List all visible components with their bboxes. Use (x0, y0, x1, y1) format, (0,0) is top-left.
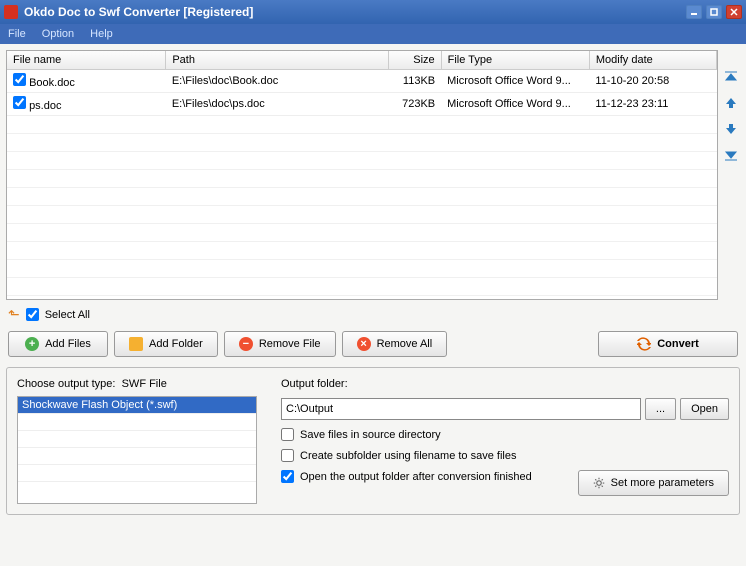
maximize-button[interactable] (706, 5, 722, 19)
reorder-buttons (722, 50, 740, 300)
menu-option[interactable]: Option (42, 28, 74, 40)
output-folder-input[interactable] (281, 398, 641, 420)
cell-size: 723KB (388, 93, 441, 116)
save-source-checkbox[interactable] (281, 428, 294, 441)
open-folder-button[interactable]: Open (680, 398, 729, 420)
create-subfolder-checkbox[interactable] (281, 449, 294, 462)
move-down-button[interactable] (722, 120, 740, 138)
window-title: Okdo Doc to Swf Converter [Registered] (24, 5, 682, 19)
btn-label: Remove File (259, 338, 321, 350)
convert-button[interactable]: Convert (598, 331, 738, 357)
move-up-button[interactable] (722, 94, 740, 112)
output-type-list[interactable]: Shockwave Flash Object (*.swf) (17, 396, 257, 504)
col-type[interactable]: File Type (441, 51, 589, 70)
cell-path: E:\Files\doc\Book.doc (166, 70, 388, 93)
title-bar: Okdo Doc to Swf Converter [Registered] (0, 0, 746, 24)
convert-icon (637, 337, 651, 351)
set-more-parameters-button[interactable]: Set more parameters (578, 470, 729, 496)
select-all-checkbox[interactable] (26, 308, 39, 321)
table-row[interactable]: ps.doc E:\Files\doc\ps.doc 723KB Microso… (7, 93, 717, 116)
minimize-button[interactable] (686, 5, 702, 19)
cell-date: 11-10-20 20:58 (589, 70, 716, 93)
select-all-label: Select All (45, 309, 90, 321)
col-filename[interactable]: File name (7, 51, 166, 70)
output-folder-label: Output folder: (281, 378, 729, 390)
menu-file[interactable]: File (8, 28, 26, 40)
btn-label: Remove All (377, 338, 433, 350)
open-after-checkbox[interactable] (281, 470, 294, 483)
app-icon (4, 5, 18, 19)
output-type-value: SWF File (122, 378, 167, 390)
cell-name: Book.doc (29, 77, 75, 89)
create-subfolder-label: Create subfolder using filename to save … (300, 450, 516, 462)
cell-name: ps.doc (29, 100, 61, 112)
x-icon: × (357, 337, 371, 351)
cell-type: Microsoft Office Word 9... (441, 70, 589, 93)
row-checkbox[interactable] (13, 96, 26, 109)
table-row[interactable]: Book.doc E:\Files\doc\Book.doc 113KB Mic… (7, 70, 717, 93)
remove-all-button[interactable]: × Remove All (342, 331, 448, 357)
minus-icon: − (239, 337, 253, 351)
btn-label: Add Files (45, 338, 91, 350)
file-list[interactable]: File name Path Size File Type Modify dat… (6, 50, 718, 300)
row-checkbox[interactable] (13, 73, 26, 86)
cell-path: E:\Files\doc\ps.doc (166, 93, 388, 116)
close-button[interactable] (726, 5, 742, 19)
menu-bar: File Option Help (0, 24, 746, 44)
col-path[interactable]: Path (166, 51, 388, 70)
move-top-button[interactable] (722, 68, 740, 86)
plus-icon: + (25, 337, 39, 351)
remove-file-button[interactable]: −Remove File (224, 331, 336, 357)
btn-label: Convert (657, 338, 699, 350)
btn-label: Set more parameters (611, 477, 714, 489)
add-files-button[interactable]: + Add Files (8, 331, 108, 357)
col-date[interactable]: Modify date (589, 51, 716, 70)
main-area: File name Path Size File Type Modify dat… (0, 44, 746, 566)
menu-help[interactable]: Help (90, 28, 113, 40)
cell-size: 113KB (388, 70, 441, 93)
col-size[interactable]: Size (388, 51, 441, 70)
move-bottom-button[interactable] (722, 146, 740, 164)
up-folder-icon[interactable]: ⬑ (8, 306, 20, 323)
gear-icon (593, 477, 605, 489)
open-after-label: Open the output folder after conversion … (300, 471, 532, 483)
folder-icon (129, 337, 143, 351)
save-source-label: Save files in source directory (300, 429, 441, 441)
btn-label: Add Folder (149, 338, 203, 350)
cell-type: Microsoft Office Word 9... (441, 93, 589, 116)
output-type-label: Choose output type: SWF File (17, 378, 257, 390)
browse-button[interactable]: ... (645, 398, 676, 420)
add-folder-button[interactable]: Add Folder (114, 331, 218, 357)
output-type-option[interactable]: Shockwave Flash Object (*.swf) (18, 397, 256, 413)
cell-date: 11-12-23 23:11 (589, 93, 716, 116)
